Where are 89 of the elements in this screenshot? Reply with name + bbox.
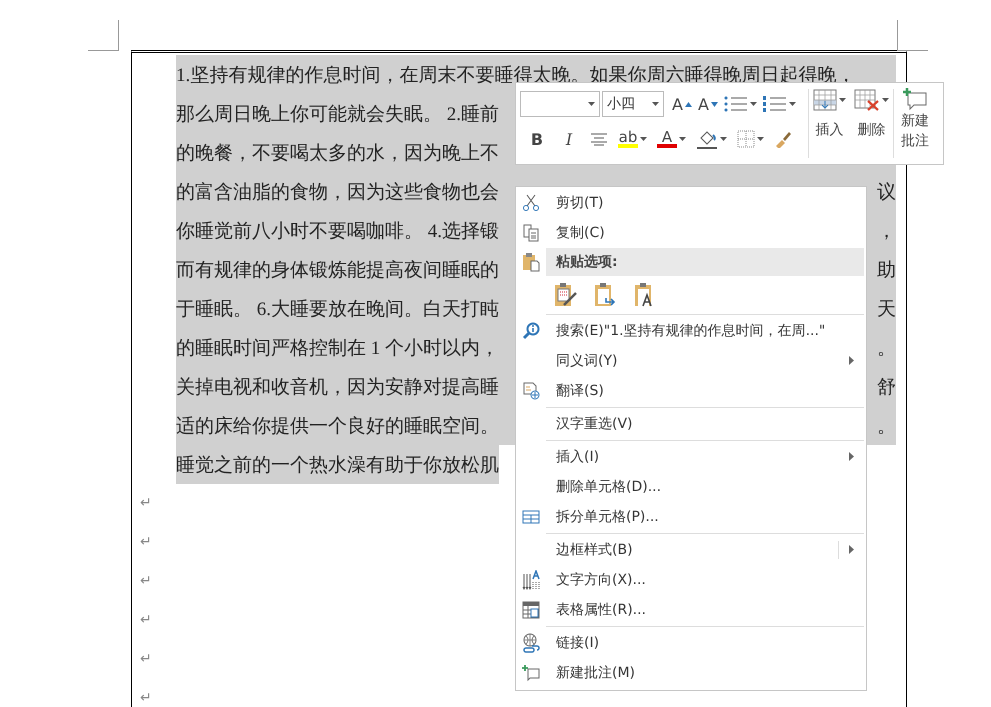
paragraph-mark: ↵ <box>140 572 152 590</box>
paragraph-text: ， <box>877 220 896 244</box>
highlight-button[interactable]: ab <box>616 126 649 152</box>
paragraph-text: 助 <box>877 258 896 282</box>
new-comment-button[interactable]: 新建批注 <box>894 83 936 164</box>
paragraph-text: 你睡觉前八小时不要喝咖啡。 4.选择锻 <box>176 220 499 244</box>
paragraph-text: 议 <box>877 180 896 204</box>
paste-merge-icon <box>594 282 618 308</box>
paste-keep-format-icon <box>554 282 578 308</box>
submenu-arrow-icon <box>849 452 854 461</box>
font-name-field[interactable] <box>520 91 600 117</box>
caret-icon <box>679 137 686 141</box>
paragraph-text: 。 <box>877 336 896 360</box>
paragraph-mark: ↵ <box>140 494 152 512</box>
italic-button[interactable]: I <box>556 126 582 152</box>
font-size-field[interactable]: 小四 <box>602 91 664 117</box>
bullet-list-icon <box>724 95 748 113</box>
table-split-icon <box>522 510 540 524</box>
menu-item[interactable]: 文字方向(X)... <box>516 565 866 595</box>
paragraph-text: 的睡眠时间严格控制在 1 个小时以内， <box>176 336 499 360</box>
menu-item[interactable]: 同义词(Y) <box>516 346 866 376</box>
globe-link-icon <box>522 633 540 653</box>
delete-table-button[interactable]: 删除 <box>850 83 893 164</box>
submenu-arrow-icon <box>849 356 854 365</box>
brush-icon <box>774 130 792 148</box>
text-direction-icon <box>522 570 540 590</box>
paint-bucket-icon <box>696 129 718 149</box>
comment-plus-icon <box>522 664 540 682</box>
menu-item[interactable]: 删除单元格(D)... <box>516 472 866 502</box>
paragraph-text: 的富含油脂的食物，因为这些食物也会 <box>176 180 499 204</box>
grow-font-button[interactable]: A <box>670 91 694 117</box>
shrink-font-button[interactable]: A <box>696 91 720 117</box>
caret-icon <box>788 102 796 106</box>
table-delete-icon <box>854 89 880 111</box>
submenu-arrow-icon <box>849 545 854 554</box>
paragraph-text: 。 <box>877 414 896 438</box>
menu-item[interactable]: 链接(I) <box>516 628 866 658</box>
menu-item[interactable]: 边框样式(B) <box>516 535 866 565</box>
caret-icon <box>720 137 727 141</box>
paragraph-mark: ↵ <box>140 689 152 707</box>
paragraph-mark: ↵ <box>140 611 152 629</box>
paragraph-text: 天 <box>877 298 896 322</box>
menu-item[interactable]: 翻译(S) <box>516 376 866 406</box>
menu-item[interactable]: 剪切(T) <box>516 188 866 218</box>
crop-mark <box>88 20 119 51</box>
caret-icon <box>588 102 595 106</box>
paragraph-text: 适的床给你提供一个良好的睡眠空间。 <box>176 414 499 438</box>
table-insert-icon <box>813 89 837 111</box>
paragraph-text: 于睡眠。 6.大睡要放在晚间。白天打盹 <box>176 298 499 322</box>
insert-table-button[interactable]: 插入 <box>809 83 850 164</box>
paste-options-header: 粘贴选项: <box>546 248 864 276</box>
crop-mark <box>897 20 928 51</box>
triangle-down-icon <box>710 102 718 106</box>
search-info-icon <box>522 322 540 340</box>
comment-plus-icon <box>902 87 928 111</box>
translate-icon <box>522 382 540 400</box>
bold-button[interactable]: B <box>524 126 550 152</box>
caret-icon <box>652 102 659 106</box>
caret-icon <box>640 137 647 141</box>
caret-icon <box>750 102 757 106</box>
clipboard-icon <box>522 252 540 272</box>
paste-option-button[interactable] <box>554 282 578 308</box>
menu-item[interactable]: 表格属性(R)... <box>516 595 866 625</box>
menu-item[interactable]: 插入(I) <box>516 442 866 472</box>
paragraph-text: 的晚餐，不要喝太多的水，因为晚上不 <box>176 142 499 166</box>
borders-icon <box>737 130 755 148</box>
menu-item[interactable]: 搜索(E)"1.坚持有规律的作息时间，在周..." <box>516 316 866 346</box>
paragraph-text: 睡觉之前的一个热水澡有助于你放松肌 <box>176 454 499 478</box>
paragraph-mark: ↵ <box>140 533 152 551</box>
paragraph-text: 而有规律的身体锻炼能提高夜间睡眠的 <box>176 258 499 282</box>
caret-icon <box>882 98 889 102</box>
caret-icon <box>839 98 846 102</box>
copy-icon <box>522 224 540 242</box>
font-color-button[interactable]: A <box>655 126 688 152</box>
scissors-icon <box>522 194 540 212</box>
paragraph-text: 关掉电视和收音机，因为安静对提高睡 <box>176 376 499 400</box>
paragraph-mark: ↵ <box>140 650 152 668</box>
caret-icon <box>757 137 764 141</box>
paste-option-button[interactable] <box>594 282 618 308</box>
menu-item[interactable]: 汉字重选(V) <box>516 409 866 439</box>
paragraph-text: 那么周日晚上你可能就会失眠。 2.睡前 <box>176 102 499 126</box>
table-properties-icon <box>522 601 540 619</box>
triangle-up-icon <box>684 102 692 106</box>
numbered-list-icon <box>762 95 787 113</box>
align-center-icon <box>590 132 608 146</box>
paragraph-text: 舒 <box>877 376 896 400</box>
menu-item[interactable]: 复制(C) <box>516 218 866 248</box>
menu-item[interactable]: 拆分单元格(P)... <box>516 502 866 532</box>
menu-item[interactable]: 新建批注(M) <box>516 658 866 688</box>
